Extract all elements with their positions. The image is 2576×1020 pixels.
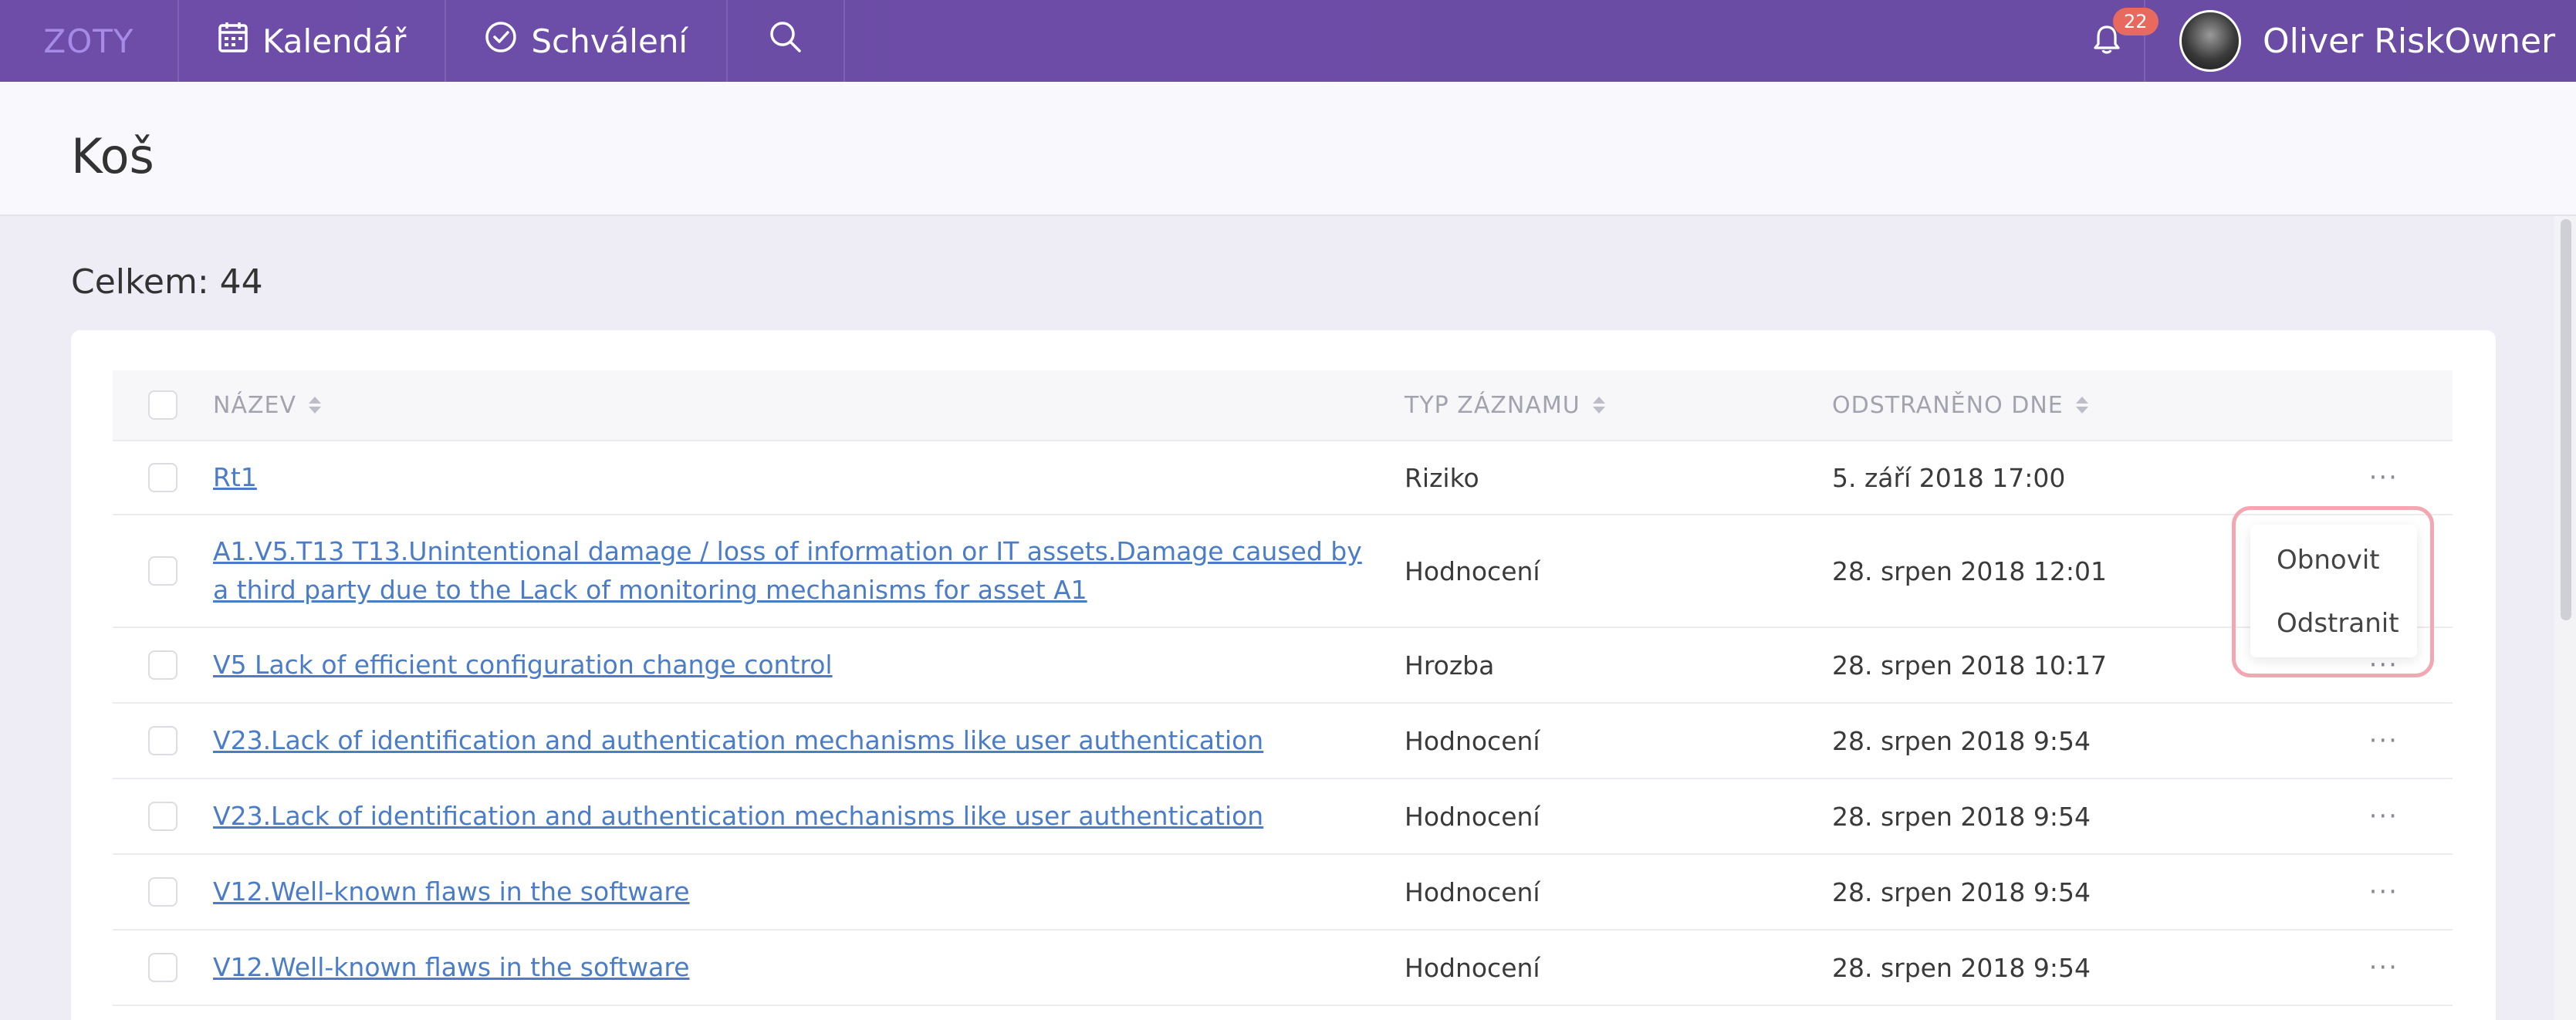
record-type: Hodnocení	[1405, 801, 1540, 832]
nav-calendar[interactable]: Kalendář	[179, 0, 447, 82]
notification-count-badge: 22	[2113, 8, 2158, 35]
record-link[interactable]: Rt1	[213, 462, 257, 492]
page-title: Koš	[71, 128, 154, 184]
record-type: Riziko	[1405, 462, 1479, 493]
check-circle-icon	[485, 21, 517, 61]
record-type: Hodnocení	[1405, 556, 1540, 586]
nav-approvals[interactable]: Schválení	[446, 0, 729, 82]
row-actions-button[interactable]: ···	[2369, 462, 2399, 493]
user-name: Oliver RiskOwner	[2263, 21, 2556, 61]
row-context-menu: Obnovit Odstranit	[2250, 525, 2417, 657]
avatar	[2179, 10, 2241, 72]
record-deleted-date: 5. září 2018 17:00	[1832, 462, 2066, 493]
sort-icon[interactable]	[1592, 397, 1605, 414]
page-header: Koš	[0, 82, 2576, 216]
trash-table: NÁZEV TYP ZÁZNAMU ODSTRANĚNO DNE Rt1 Riz…	[113, 370, 2453, 1006]
page-scrollbar-thumb[interactable]	[2561, 219, 2571, 620]
row-checkbox[interactable]	[148, 556, 177, 586]
record-link[interactable]: V12.Well-known flaws in the software	[213, 876, 690, 907]
record-link[interactable]: V5 Lack of efficient configuration chang…	[213, 650, 833, 680]
row-actions-button[interactable]: ···	[2369, 952, 2399, 983]
table-header-row: NÁZEV TYP ZÁZNAMU ODSTRANĚNO DNE	[113, 370, 2453, 441]
record-link[interactable]: V23.Lack of identification and authentic…	[213, 725, 1263, 755]
row-checkbox[interactable]	[148, 650, 177, 680]
sort-icon[interactable]	[309, 397, 321, 414]
record-deleted-date: 28. srpen 2018 10:17	[1832, 650, 2107, 681]
record-deleted-date: 28. srpen 2018 9:54	[1832, 801, 2091, 832]
table-row: V5 Lack of efficient configuration chang…	[113, 628, 2453, 704]
record-link[interactable]: V12.Well-known flaws in the software	[213, 952, 690, 982]
nav-approvals-label: Schválení	[531, 22, 688, 60]
column-header-deleted-label: ODSTRANĚNO DNE	[1832, 391, 2064, 419]
calendar-icon	[218, 21, 248, 61]
total-count: Celkem: 44	[71, 262, 263, 302]
record-deleted-date: 28. srpen 2018 9:54	[1832, 952, 2091, 983]
select-all-checkbox[interactable]	[148, 390, 177, 420]
record-deleted-date: 28. srpen 2018 12:01	[1832, 556, 2107, 586]
column-header-type-label: TYP ZÁZNAMU	[1405, 391, 1580, 419]
record-type: Hodnocení	[1405, 952, 1540, 983]
table-row: Rt1 Riziko 5. září 2018 17:00 ···	[113, 441, 2453, 515]
record-type: Hodnocení	[1405, 725, 1540, 756]
table-row: V12.Well-known flaws in the software Hod…	[113, 855, 2453, 930]
record-deleted-date: 28. srpen 2018 9:54	[1832, 876, 2091, 907]
table-row: V23.Lack of identification and authentic…	[113, 704, 2453, 779]
row-checkbox[interactable]	[148, 463, 177, 492]
row-checkbox[interactable]	[148, 802, 177, 831]
column-header-name-label: NÁZEV	[213, 391, 296, 419]
record-type: Hrozba	[1405, 650, 1495, 681]
row-actions-button[interactable]: ···	[2369, 876, 2399, 907]
table-row: V12.Well-known flaws in the software Hod…	[113, 930, 2453, 1006]
column-header-name[interactable]: NÁZEV	[213, 392, 1405, 419]
table-row: V23.Lack of identification and authentic…	[113, 779, 2453, 855]
row-actions-button[interactable]: ···	[2369, 801, 2399, 832]
nav-calendar-label: Kalendář	[262, 22, 407, 60]
user-menu[interactable]: Oliver RiskOwner	[2144, 0, 2576, 82]
search-button[interactable]	[728, 0, 846, 82]
top-navigation-bar: ZOTY Kalendář Schválení 22 Oliver RiskOw…	[0, 0, 2576, 82]
delete-menu-item[interactable]: Odstranit	[2277, 608, 2399, 639]
trash-table-card: NÁZEV TYP ZÁZNAMU ODSTRANĚNO DNE Rt1 Riz…	[71, 330, 2496, 1020]
record-link[interactable]: A1.V5.T13 T13.Unintentional damage / los…	[213, 536, 1362, 605]
record-type: Hodnocení	[1405, 876, 1540, 907]
record-deleted-date: 28. srpen 2018 9:54	[1832, 725, 2091, 756]
row-actions-button[interactable]: ···	[2369, 725, 2399, 756]
brand-logo[interactable]: ZOTY	[0, 0, 179, 82]
table-row: A1.V5.T13 T13.Unintentional damage / los…	[113, 515, 2453, 628]
restore-menu-item[interactable]: Obnovit	[2277, 545, 2380, 576]
record-link[interactable]: V23.Lack of identification and authentic…	[213, 801, 1263, 831]
column-header-type[interactable]: TYP ZÁZNAMU	[1405, 392, 1832, 419]
row-checkbox[interactable]	[148, 953, 177, 982]
column-header-deleted[interactable]: ODSTRANĚNO DNE	[1832, 392, 2311, 419]
sort-icon[interactable]	[2075, 397, 2088, 414]
search-icon	[768, 19, 803, 62]
row-checkbox[interactable]	[148, 726, 177, 755]
notifications-button[interactable]: 22	[2070, 0, 2158, 82]
row-checkbox[interactable]	[148, 877, 177, 907]
